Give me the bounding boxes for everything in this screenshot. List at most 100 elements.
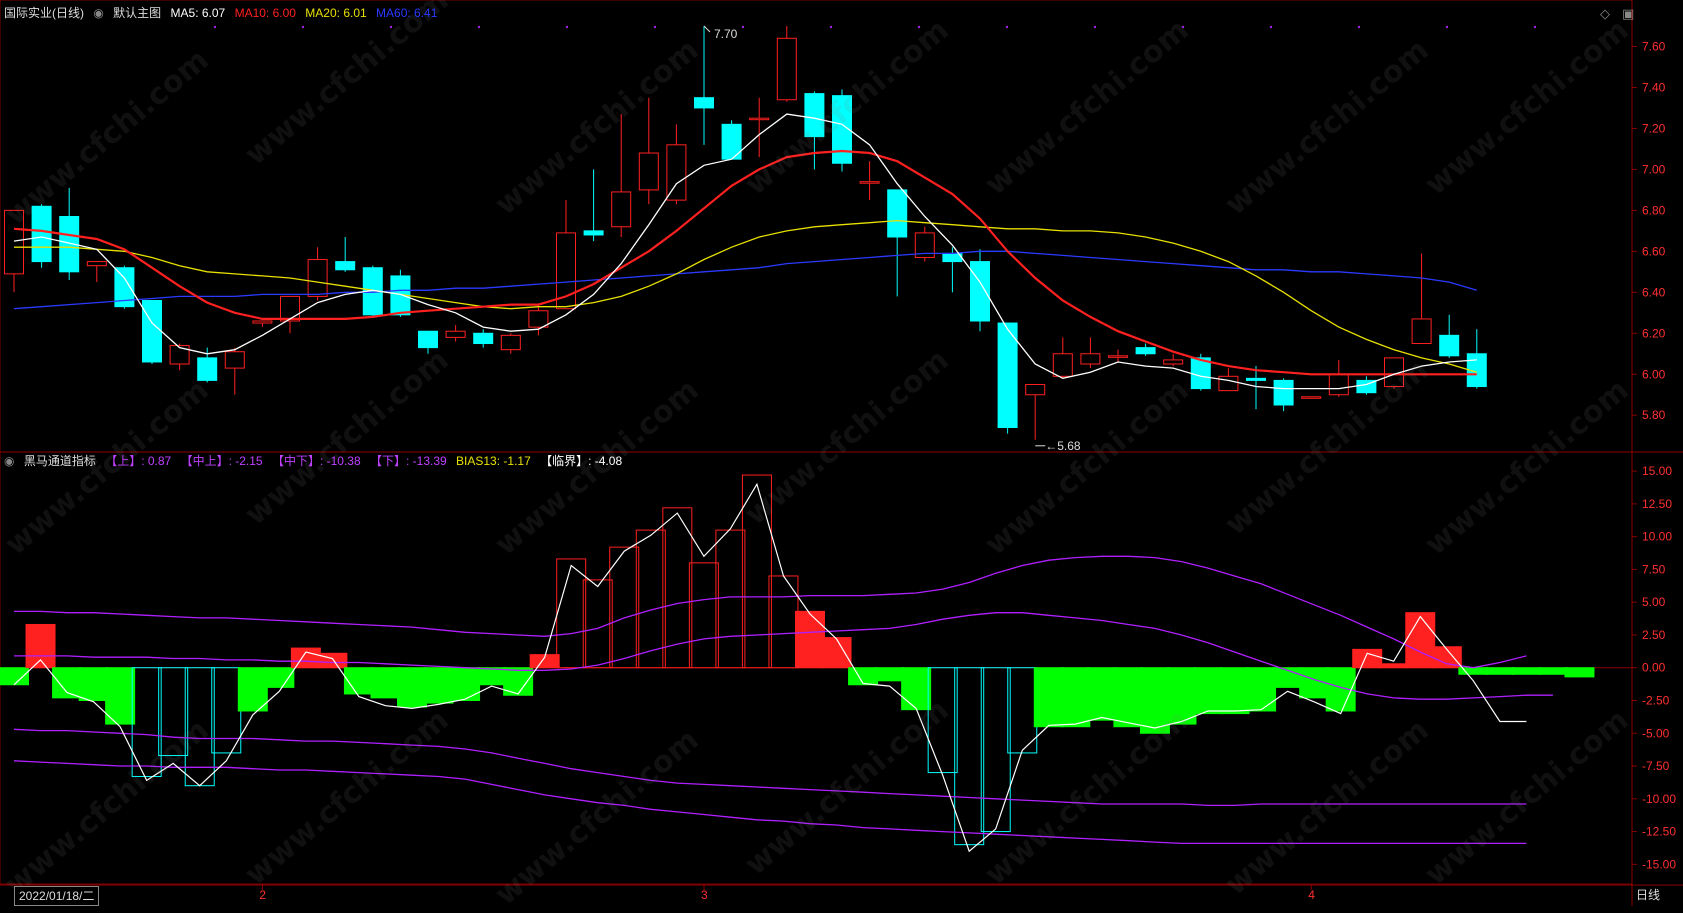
stock-title[interactable]: 国际实业(日线) (4, 6, 84, 20)
indicator-bar (450, 667, 481, 701)
ma20-label: MA20: 6.01 (305, 6, 367, 20)
candle-down (114, 265, 135, 309)
month-marker-label: 3 (701, 888, 708, 902)
candle-body (197, 357, 218, 381)
low-price-label: ←5.68 (1045, 439, 1081, 453)
mid-lower-label: 【中下】: -10.38 (271, 454, 361, 468)
month-marker-label: 2 (259, 888, 266, 902)
signal-dot (213, 25, 217, 29)
indicator-bar (715, 529, 746, 669)
indicator-tick-label: -12.50 (1642, 825, 1676, 839)
price-tick-label: 6.80 (1642, 203, 1666, 217)
candle-down (887, 189, 908, 297)
signal-dot (1357, 25, 1361, 29)
indicator-bar (556, 558, 587, 669)
candle-body (776, 37, 797, 101)
indicator-tick-label: 0.00 (1642, 661, 1666, 675)
candle-up (252, 320, 273, 328)
candle-body (887, 189, 908, 238)
indicator-bar (423, 667, 454, 704)
signal-dot (653, 25, 657, 29)
ma60-label: MA60: 6.41 (376, 6, 438, 20)
indicator-bar (1166, 667, 1197, 725)
indicator-bar (1511, 667, 1542, 675)
indicator-bar (343, 667, 374, 695)
candle-down (1439, 314, 1460, 358)
indicator-bar (370, 667, 401, 699)
mid-upper-label: 【中上】: -2.15 (180, 454, 263, 468)
candle-up (1052, 337, 1073, 379)
candle-body (859, 181, 880, 184)
candle-body (1439, 334, 1460, 357)
indicator-bar (901, 667, 932, 711)
eye-icon[interactable]: ◉ (93, 6, 103, 20)
candle-down (473, 329, 494, 348)
candle-body (528, 310, 549, 328)
signal-dot (1181, 25, 1185, 29)
candle-down (970, 249, 990, 332)
ma5-label: MA5: 6.07 (170, 6, 226, 20)
signal-dot (1005, 25, 1009, 29)
period-tag[interactable]: 日线 (1632, 886, 1664, 904)
candle-body (500, 334, 521, 351)
bias13-label: BIAS13: -1.17 (456, 454, 531, 468)
indicator-tick-label: -15.00 (1642, 857, 1676, 871)
indicator-bar (848, 667, 879, 686)
indicator-tick-label: 7.50 (1642, 562, 1666, 576)
indicator-bar (184, 667, 215, 787)
candle-up (749, 97, 770, 158)
indicator-bar (1219, 667, 1250, 715)
indicator-bar (1086, 667, 1117, 721)
candle-up (86, 261, 107, 283)
candle-down (418, 330, 438, 354)
candle-up (445, 325, 466, 342)
candle-body (970, 261, 990, 322)
upper-channel-line (14, 555, 1527, 669)
candle-body (749, 117, 770, 121)
indicator-bar (237, 667, 268, 712)
signal-dot (389, 25, 393, 29)
candle-body (1163, 359, 1184, 365)
indicator-bar (954, 667, 985, 846)
chart-workspace[interactable]: 7.70 ←5.68 7.60 7.40 7.20 7.00 6.80 6.60 6.40 6.… (0, 0, 1683, 913)
indicator-bar (25, 623, 56, 669)
indicator-bar (635, 529, 666, 669)
upper-label: 【上】: 0.87 (105, 454, 172, 468)
candle-body (1328, 373, 1349, 396)
candle-up (4, 209, 24, 293)
signal-dot (741, 25, 745, 29)
indicator-tick-label: 15.00 (1642, 464, 1672, 478)
candle-down (1135, 343, 1156, 356)
indicator-tick-label: 5.00 (1642, 595, 1666, 609)
indicator-bar (1405, 612, 1436, 669)
indicator-bar (158, 667, 189, 757)
candle-body (445, 330, 466, 338)
candle-up (1411, 253, 1432, 345)
candle-body (666, 144, 687, 201)
indicator-bar (795, 610, 825, 669)
signal-dot (917, 25, 921, 29)
indicator-tick-label: -2.50 (1642, 693, 1670, 707)
candle-down (804, 91, 825, 170)
diamond-icon[interactable]: ◇ (1600, 6, 1610, 22)
indicator-bar (927, 667, 958, 774)
candle-body (1218, 375, 1239, 392)
indicator-tick-label: 2.50 (1642, 628, 1666, 642)
window-icon[interactable]: ▣ (1622, 6, 1634, 22)
settings-icon[interactable]: ◉ (4, 454, 14, 468)
indicator-name[interactable]: 黑马通道指标 (24, 454, 96, 468)
indicator-bar (1564, 667, 1595, 678)
candle-up (1108, 349, 1128, 362)
price-tick-label: 7.40 (1642, 80, 1666, 94)
candle-body (1025, 383, 1046, 396)
candle-body (142, 300, 162, 363)
ma60-line (13, 250, 1477, 310)
candle-up (859, 161, 880, 201)
template-label[interactable]: 默认主图 (113, 6, 161, 20)
signal-dot (1269, 25, 1273, 29)
indicator-bar (1246, 667, 1277, 712)
indicator-bar (105, 667, 136, 725)
indicator-tick-label: -10.00 (1642, 792, 1676, 806)
candle-body (583, 230, 604, 236)
high-pointer (703, 25, 711, 33)
